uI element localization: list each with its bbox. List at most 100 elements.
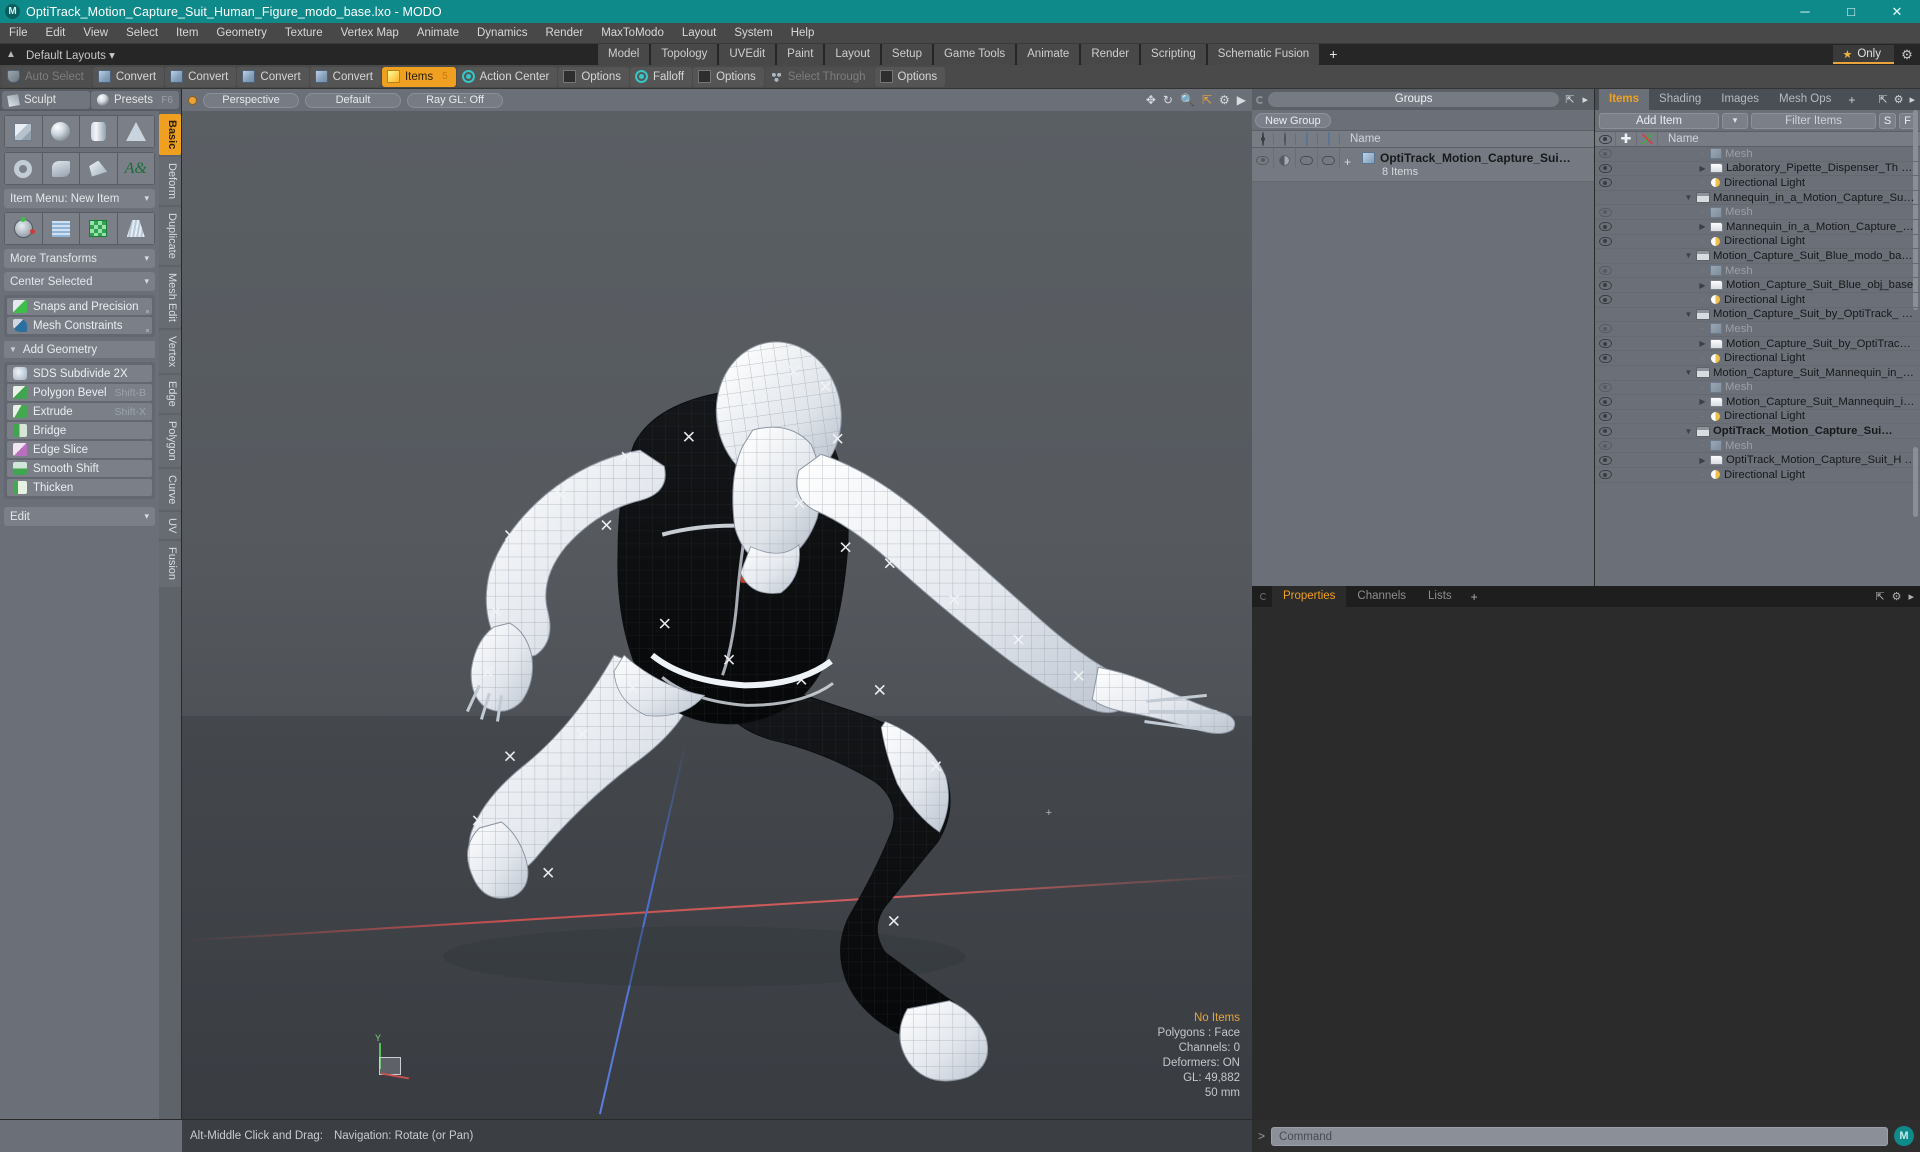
row-column-3[interactable] — [1637, 205, 1658, 219]
items-tree-row[interactable]: ▼ Motion_Capture_Suit_by_OptiTrack_ … — [1595, 307, 1920, 323]
add-item-dropdown[interactable]: ▾ — [1722, 112, 1748, 129]
items-tree-row[interactable]: ▶ OptiTrack_Motion_Capture_Suit_H … — [1595, 453, 1920, 469]
row-render-toggle[interactable] — [1296, 148, 1318, 168]
expand-icon[interactable]: ⇱ — [1878, 93, 1887, 106]
toolbar-options-9[interactable]: Options — [693, 66, 764, 87]
more-transforms-dropdown[interactable]: More Transforms ▾ — [4, 249, 155, 268]
layout-tab-topology[interactable]: Topology — [651, 44, 718, 65]
collapse-arrow-icon[interactable]: ▲ — [0, 49, 22, 60]
triangle-down-icon[interactable]: ▼ — [1684, 427, 1693, 436]
text-icon[interactable]: A& — [117, 153, 154, 184]
3d-viewport[interactable]: + Y No Items Polygons : Face Channels: 0… — [182, 111, 1252, 1119]
options-dot-icon[interactable] — [146, 310, 149, 313]
row-column-2[interactable] — [1616, 409, 1637, 424]
polygon-icon[interactable] — [80, 153, 117, 184]
row-visibility-toggle[interactable] — [1595, 380, 1616, 395]
row-shading-toggle[interactable] — [1274, 148, 1296, 168]
menu-item-texture[interactable]: Texture — [276, 23, 332, 44]
row-column-2[interactable] — [1616, 336, 1637, 351]
row-column-3[interactable] — [1637, 147, 1658, 161]
add-layout-tab-icon[interactable]: + — [1321, 44, 1345, 65]
maximize-icon[interactable]: □ — [1828, 0, 1874, 23]
fit-icon[interactable]: ⇱ — [1202, 93, 1212, 107]
row-visibility-toggle[interactable] — [1252, 148, 1274, 168]
row-column-2[interactable] — [1616, 147, 1637, 161]
items-tree-row[interactable]: · Directional Light — [1595, 351, 1920, 366]
menu-item-view[interactable]: View — [74, 23, 117, 44]
items-tree-row[interactable]: ▼ Motion_Capture_Suit_Blue_modo_ba… — [1595, 249, 1920, 264]
row-visibility-toggle[interactable] — [1595, 278, 1616, 292]
minimize-icon[interactable]: ─ — [1782, 0, 1828, 23]
geometry-op-polygon-bevel[interactable]: Polygon Bevel Shift-B — [7, 384, 152, 401]
row-column-3[interactable] — [1637, 468, 1658, 482]
row-column-2[interactable] — [1616, 161, 1637, 176]
vertical-tab-edge[interactable]: Edge — [159, 375, 181, 414]
row-column-2[interactable] — [1616, 468, 1637, 482]
toolbar-falloff-8[interactable]: Falloff — [629, 66, 693, 87]
layout-tab-scripting[interactable]: Scripting — [1141, 44, 1206, 65]
vertical-tab-fusion[interactable]: Fusion — [159, 541, 181, 587]
items-scrollbar[interactable] — [1913, 447, 1918, 517]
expand-icon[interactable]: ⇱ — [1875, 590, 1884, 603]
row-column-3[interactable] — [1637, 292, 1658, 307]
vertical-tab-basic[interactable]: Basic — [159, 114, 181, 156]
menu-item-dynamics[interactable]: Dynamics — [468, 23, 536, 44]
triangle-down-icon[interactable]: ▼ — [1684, 368, 1693, 377]
row-visibility-toggle[interactable] — [1595, 409, 1616, 424]
row-visibility-toggle[interactable] — [1595, 322, 1616, 336]
row-column-3[interactable] — [1637, 161, 1658, 176]
items-tree-row[interactable]: ▼ Mannequin_in_a_Motion_Capture_Su… — [1595, 190, 1920, 206]
add-geometry-section-header[interactable]: ▼ Add Geometry — [4, 341, 155, 358]
vertical-tab-vertex[interactable]: Vertex — [159, 330, 181, 374]
row-visibility-toggle[interactable] — [1595, 307, 1616, 322]
items-tab-shading[interactable]: Shading — [1649, 89, 1711, 110]
row-visibility-toggle[interactable] — [1595, 438, 1616, 453]
row-visibility-toggle[interactable] — [1595, 468, 1616, 482]
row-column-3[interactable] — [1637, 190, 1658, 205]
row-column-2[interactable] — [1616, 351, 1637, 365]
row-column-2[interactable] — [1616, 292, 1637, 307]
row-column-3[interactable] — [1637, 395, 1658, 409]
add-item-button[interactable]: Add Item — [1599, 112, 1719, 129]
items-tree-row[interactable]: ▶ Laboratory_Pipette_Dispenser_Th … — [1595, 161, 1920, 177]
row-column-3[interactable] — [1637, 176, 1658, 190]
only-button[interactable]: ★ Only — [1833, 45, 1894, 64]
row-column-3[interactable] — [1637, 409, 1658, 424]
edit-dropdown[interactable]: Edit ▾ — [4, 507, 155, 526]
toolbar-select-through-10[interactable]: Select Through — [764, 66, 874, 87]
spiral-icon[interactable] — [42, 153, 79, 184]
row-column-3[interactable] — [1637, 249, 1658, 263]
row-visibility-toggle[interactable] — [1595, 365, 1616, 380]
transform-gizmo-icon[interactable] — [5, 213, 42, 244]
vertical-tab-deform[interactable]: Deform — [159, 157, 181, 206]
panel-menu-icon[interactable] — [1260, 593, 1267, 600]
arrow-right-icon[interactable]: ▸ — [1909, 93, 1915, 106]
row-column-3[interactable] — [1637, 380, 1658, 395]
geometry-op-sds-subdivide-2x[interactable]: SDS Subdivide 2X — [7, 365, 152, 382]
cone-icon[interactable] — [117, 116, 154, 147]
row-visibility-toggle[interactable] — [1595, 161, 1616, 176]
row-column-2[interactable] — [1616, 438, 1637, 453]
snaps-and-precision-button[interactable]: Snaps and Precision — [7, 298, 152, 315]
toolbar-items-5[interactable]: Items 5 — [381, 66, 456, 87]
toolbar-convert-2[interactable]: Convert — [165, 66, 237, 87]
toolbar-convert-1[interactable]: Convert — [92, 66, 165, 87]
arrow-right-icon[interactable]: ▶ — [1237, 93, 1246, 107]
checker-icon[interactable] — [80, 213, 117, 244]
row-column-2[interactable] — [1616, 395, 1637, 409]
geometry-op-extrude[interactable]: Extrude Shift-X — [7, 403, 152, 420]
triangle-down-icon[interactable]: ▼ — [1684, 310, 1693, 319]
row-visibility-toggle[interactable] — [1595, 395, 1616, 409]
items-tree-row[interactable]: · Mesh — [1595, 147, 1920, 162]
triangle-down-icon[interactable]: ▼ — [1684, 193, 1693, 202]
toolbar-auto-select-0[interactable]: Auto Select — [2, 66, 92, 87]
layout-tab-paint[interactable]: Paint — [777, 44, 824, 65]
mesh-constraints-button[interactable]: Mesh Constraints — [7, 317, 152, 334]
properties-tab-lists[interactable]: Lists — [1417, 586, 1463, 607]
row-column-2[interactable] — [1616, 190, 1637, 205]
shading-mode-dropdown[interactable]: Default — [305, 92, 401, 108]
row-column-2[interactable] — [1616, 307, 1637, 322]
row-column-2[interactable] — [1616, 424, 1637, 438]
expand-icon[interactable]: ⇱ — [1563, 93, 1576, 106]
menu-item-item[interactable]: Item — [167, 23, 207, 44]
